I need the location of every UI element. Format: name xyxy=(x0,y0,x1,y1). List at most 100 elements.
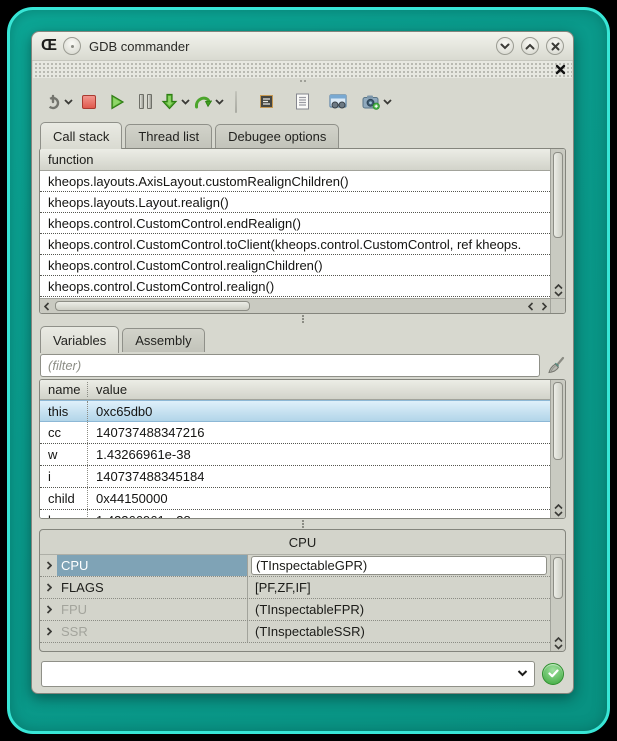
snapshot-button[interactable] xyxy=(362,89,392,115)
maximize-button[interactable] xyxy=(521,37,539,55)
tab-assembly[interactable]: Assembly xyxy=(122,328,204,352)
scroll-down-icon[interactable] xyxy=(554,291,563,297)
send-command-button[interactable] xyxy=(542,663,564,685)
step-into-button[interactable] xyxy=(161,89,190,115)
dock-grab-bar[interactable] xyxy=(33,61,572,78)
var-value: 0xc65db0 xyxy=(88,404,152,419)
close-button[interactable] xyxy=(546,37,564,55)
callstack-horizontal-scrollbar[interactable] xyxy=(40,298,550,313)
play-icon xyxy=(110,94,125,110)
debug-toolbar xyxy=(32,83,573,120)
pause-icon xyxy=(139,94,152,109)
callstack-frame-row[interactable]: kheops.layouts.AxisLayout.customRealignC… xyxy=(40,171,550,192)
table-row[interactable]: i 140737488345184 xyxy=(40,466,550,488)
chevron-down-icon[interactable] xyxy=(215,99,224,105)
scroll-down-icon[interactable] xyxy=(554,644,563,650)
scroll-left-icon[interactable] xyxy=(524,299,537,313)
var-name: b xyxy=(40,510,88,518)
step-over-button[interactable] xyxy=(194,89,224,115)
snapshot-icon xyxy=(362,94,380,110)
broom-icon xyxy=(545,355,566,376)
expander-icon[interactable] xyxy=(40,583,57,592)
expander-icon[interactable] xyxy=(40,561,57,570)
run-button[interactable] xyxy=(105,89,129,115)
scroll-down-icon[interactable] xyxy=(554,511,563,517)
panel-splitter[interactable] xyxy=(32,314,573,324)
title-bar[interactable]: Œ GDB commander xyxy=(32,32,573,61)
stop-button[interactable] xyxy=(77,89,101,115)
register-row[interactable]: FLAGS [PF,ZF,IF] xyxy=(40,577,550,599)
chevron-down-icon[interactable] xyxy=(64,99,73,105)
var-name: child xyxy=(40,488,88,509)
scroll-up-icon[interactable] xyxy=(554,637,563,643)
register-row[interactable]: SSR (TInspectableSSR) xyxy=(40,621,550,643)
scroll-up-icon[interactable] xyxy=(554,504,563,510)
table-row[interactable]: w 1.43266961e-38 xyxy=(40,444,550,466)
register-row[interactable]: CPU (TInspectableGPR) xyxy=(40,555,550,577)
variables-header-row[interactable]: name value xyxy=(40,380,550,400)
clear-filter-button[interactable] xyxy=(545,355,566,376)
scrollbar-thumb[interactable] xyxy=(55,301,250,311)
watch-icon xyxy=(329,94,348,110)
register-value: (TInspectableFPR) xyxy=(248,602,550,617)
panel-splitter[interactable] xyxy=(32,519,573,529)
var-value: 0x44150000 xyxy=(88,491,168,506)
register-name: FLAGS xyxy=(57,577,248,598)
scroll-right-icon[interactable] xyxy=(537,299,550,313)
cpu-vertical-scrollbar[interactable] xyxy=(550,555,565,651)
callstack-frame-row[interactable]: kheops.control.CustomControl.toClient(kh… xyxy=(40,234,550,255)
register-value: (TInspectableSSR) xyxy=(248,624,550,639)
column-header-name[interactable]: name xyxy=(40,382,88,397)
power-button[interactable] xyxy=(45,89,73,115)
callstack-column-header[interactable]: function xyxy=(40,149,550,171)
table-row[interactable]: cc 140737488347216 xyxy=(40,422,550,444)
var-name: w xyxy=(40,444,88,465)
pause-button[interactable] xyxy=(133,89,157,115)
scrollbar-thumb[interactable] xyxy=(553,382,563,460)
tab-debugee-options[interactable]: Debugee options xyxy=(215,124,339,148)
chevron-down-icon[interactable] xyxy=(383,99,392,105)
callstack-frame-row[interactable]: kheops.control.CustomControl.realignChil… xyxy=(40,255,550,276)
check-icon xyxy=(548,669,559,678)
variables-panel: name value this 0xc65db0 cc 140737488347… xyxy=(39,379,566,519)
scrollbar-thumb[interactable] xyxy=(553,152,563,238)
table-row[interactable]: b 1.43266961e-38 xyxy=(40,510,550,518)
register-name: FPU xyxy=(57,599,248,620)
gdb-command-combobox[interactable] xyxy=(41,661,535,687)
tab-thread-list[interactable]: Thread list xyxy=(125,124,212,148)
log-button[interactable] xyxy=(290,89,314,115)
tab-variables[interactable]: Variables xyxy=(40,326,119,353)
register-row[interactable]: FPU (TInspectableFPR) xyxy=(40,599,550,621)
register-value-editor[interactable]: (TInspectableGPR) xyxy=(251,556,547,575)
scrollbar-thumb[interactable] xyxy=(553,557,563,599)
expander-icon[interactable] xyxy=(40,605,57,614)
callstack-frame-row[interactable]: kheops.control.CustomControl.endRealign(… xyxy=(40,213,550,234)
cpu-view-button[interactable] xyxy=(254,89,278,115)
expander-icon[interactable] xyxy=(40,627,57,636)
chevron-up-icon xyxy=(525,43,535,50)
watch-variables-button[interactable] xyxy=(326,89,350,115)
dock-close-icon[interactable] xyxy=(555,64,566,75)
table-row[interactable]: child 0x44150000 xyxy=(40,488,550,510)
scroll-up-icon[interactable] xyxy=(554,284,563,290)
command-input[interactable] xyxy=(42,662,510,686)
window-menu-button[interactable] xyxy=(63,37,81,55)
callstack-frame-row[interactable]: kheops.layouts.Layout.realign() xyxy=(40,192,550,213)
inspector-tab-bar: Variables Assembly xyxy=(32,324,573,352)
cpu-view-icon xyxy=(258,93,275,110)
cpu-panel: CPU CPU (TInspectableGPR) FLAGS [PF,ZF,I… xyxy=(39,529,566,652)
scroll-left-icon[interactable] xyxy=(40,299,53,313)
tab-call-stack[interactable]: Call stack xyxy=(40,122,122,149)
combo-dropdown-button[interactable] xyxy=(510,670,534,677)
column-header-value[interactable]: value xyxy=(88,382,127,397)
minimize-button[interactable] xyxy=(496,37,514,55)
var-value: 140737488345184 xyxy=(88,469,204,484)
register-name: SSR xyxy=(57,621,248,642)
table-row[interactable]: this 0xc65db0 xyxy=(40,400,550,422)
var-value: 1.43266961e-38 xyxy=(88,513,191,518)
callstack-vertical-scrollbar[interactable] xyxy=(550,149,565,298)
filter-input[interactable] xyxy=(40,354,540,377)
callstack-frame-row[interactable]: kheops.control.CustomControl.realign() xyxy=(40,276,550,297)
variables-vertical-scrollbar[interactable] xyxy=(550,380,565,518)
chevron-down-icon[interactable] xyxy=(181,99,190,105)
